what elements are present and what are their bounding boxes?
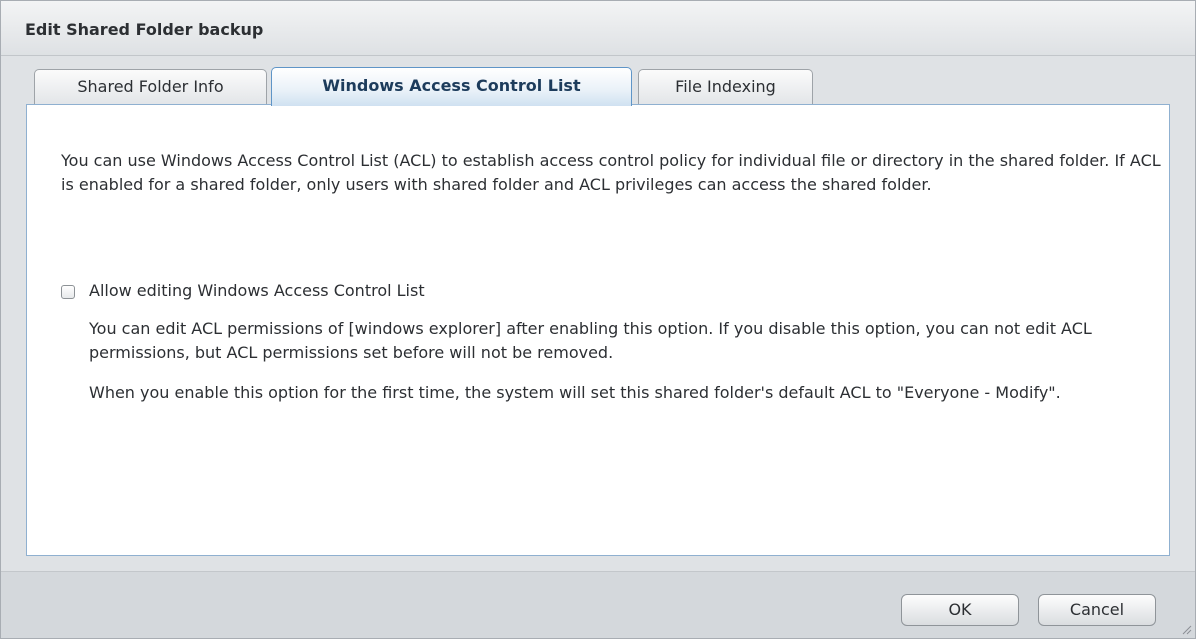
acl-intro-text: You can use Windows Access Control List …	[61, 151, 1161, 194]
acl-default-note: When you enable this option for the firs…	[89, 383, 1061, 402]
allow-acl-editing-checkbox[interactable]	[61, 285, 75, 299]
dialog-titlebar[interactable]: Edit Shared Folder backup	[1, 1, 1195, 56]
cancel-button[interactable]: Cancel	[1038, 594, 1156, 626]
ok-button[interactable]: OK	[901, 594, 1019, 626]
tab-label: Windows Access Control List	[322, 76, 581, 95]
dialog-title: Edit Shared Folder backup	[25, 20, 264, 39]
acl-tab-panel: You can use Windows Access Control List …	[26, 104, 1170, 556]
allow-acl-editing-label[interactable]: Allow editing Windows Access Control Lis…	[89, 281, 425, 300]
tab-file-indexing[interactable]: File Indexing	[638, 69, 813, 105]
resize-grip-icon[interactable]	[1180, 623, 1192, 635]
tab-label: Shared Folder Info	[77, 77, 224, 96]
edit-shared-folder-dialog: Edit Shared Folder backup Shared Folder …	[0, 0, 1196, 639]
tab-label: File Indexing	[675, 77, 776, 96]
tab-shared-folder-info[interactable]: Shared Folder Info	[34, 69, 267, 105]
dialog-footer: OK Cancel	[1, 571, 1195, 638]
acl-option-description: You can edit ACL permissions of [windows…	[89, 319, 1092, 362]
tab-windows-access-control-list[interactable]: Windows Access Control List	[271, 67, 632, 106]
